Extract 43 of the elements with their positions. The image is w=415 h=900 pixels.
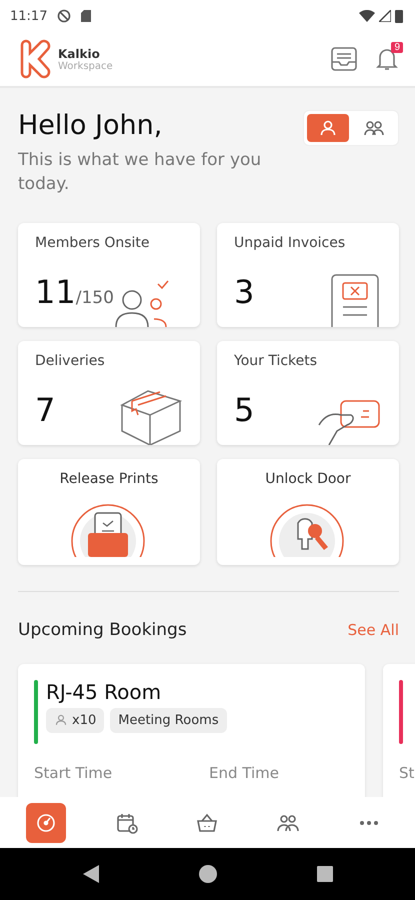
stat-label: Unpaid Invoices (234, 234, 346, 251)
view-toggle-option[interactable] (307, 114, 349, 142)
start-time-label: St (399, 764, 415, 782)
stat-label: Deliveries (35, 352, 106, 369)
back-icon[interactable] (82, 865, 98, 883)
stat-card[interactable]: Deliveries 7 (18, 340, 200, 445)
room-title: RJ-45 Room (46, 680, 162, 704)
greeting-subtitle: This is what we have for you today. (18, 149, 262, 196)
no-sync-icon (57, 9, 72, 23)
stat-card[interactable]: Unpaid Invoices 3 (217, 222, 399, 327)
notification-count: 9 (391, 42, 403, 53)
brand-name: Kalkio (58, 46, 101, 60)
stat-label: Members Onsite (35, 234, 151, 251)
booking-card[interactable]: RJ-45 Room x10 Meeting Rooms Start Time End Time (18, 664, 365, 797)
logo-icon (18, 39, 52, 79)
person-icon (54, 713, 68, 728)
section-title: Upcoming Bookings (18, 620, 187, 640)
home-icon[interactable] (198, 865, 216, 883)
stat-value: 7 (35, 390, 56, 429)
status-time: 11:17 (10, 8, 48, 24)
signal-icon (379, 10, 391, 22)
stat-value: 5 (234, 390, 254, 429)
stat-value: 3 (234, 272, 254, 311)
category-chip: Meeting Rooms (110, 708, 227, 733)
stat-card[interactable]: Members Onsite 11/150 (18, 222, 200, 327)
sd-card-icon (81, 10, 92, 22)
booking-card[interactable]: St (383, 664, 415, 797)
brand-subtitle: Workspace (58, 60, 114, 72)
action-card[interactable]: Release Prints (18, 458, 200, 565)
wifi-icon (359, 10, 375, 22)
person-icon (318, 118, 338, 138)
inbox-button[interactable] (331, 47, 357, 71)
battery-icon (395, 9, 403, 23)
stat-label: Your Tickets (234, 352, 318, 369)
recents-icon[interactable] (316, 866, 332, 882)
greeting-title: Hello John, (18, 110, 164, 141)
capacity-chip: x10 (46, 708, 104, 733)
end-time-label: End Time (209, 764, 280, 782)
nav-tab[interactable] (26, 802, 66, 842)
stat-value: 11/150 (35, 272, 114, 311)
stat-card[interactable]: Your Tickets 5 (217, 340, 399, 445)
start-time-label: Start Time (34, 764, 114, 782)
action-card[interactable]: Unlock Door (217, 458, 399, 565)
